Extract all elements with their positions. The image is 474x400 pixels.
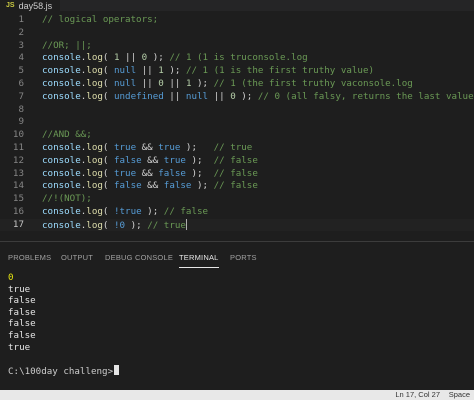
line-number: 17 xyxy=(12,218,24,230)
code-line[interactable]: 11 console.log( true && true ); // true xyxy=(0,142,474,154)
line-number: 1 xyxy=(18,14,24,25)
vscode-window: JS day58.js 1 // logical operators; 2 3 //OR… xyxy=(0,0,474,400)
line-number: 10 xyxy=(12,129,24,141)
code-line[interactable]: 1 // logical operators; xyxy=(0,14,474,26)
code-line[interactable]: 8 xyxy=(0,104,474,116)
code-text: console.log( true && false ); // false xyxy=(42,167,258,179)
code-text: //OR; ||; xyxy=(42,39,92,51)
prompt-text: C:\100day challeng> xyxy=(8,366,114,377)
line-number: 9 xyxy=(18,116,24,128)
terminal-output[interactable]: 0 true false false false false true xyxy=(8,272,468,353)
code-line[interactable]: 9 xyxy=(0,116,474,128)
line-number: 5 xyxy=(18,65,24,77)
code-editor[interactable]: 1 // logical operators; 2 3 //OR; ||; 4 consol… xyxy=(0,11,474,241)
javascript-file-icon: JS xyxy=(6,2,15,9)
line-number: 14 xyxy=(12,180,24,192)
code-line[interactable]: 2 xyxy=(0,27,474,39)
code-line[interactable]: 6 console.log( null || 0 || 1 ); // 1 (th… xyxy=(0,78,474,90)
terminal-line: true xyxy=(8,341,31,353)
code-line[interactable]: 16 console.log( !true ); // false xyxy=(0,206,474,218)
terminal-line: false xyxy=(8,295,36,307)
code-line[interactable]: 15 //!(NOT); xyxy=(0,193,474,205)
line-number: 3 xyxy=(18,39,24,51)
code-line[interactable]: 14 console.log( false && false ); // fals… xyxy=(0,180,474,192)
terminal-line: false xyxy=(8,329,36,341)
line-number: 11 xyxy=(12,142,24,153)
text-cursor xyxy=(185,218,187,230)
editor-tab-bar: JS day58.js xyxy=(0,0,474,11)
terminal-line: true xyxy=(8,283,31,295)
terminal-line: 0 xyxy=(8,272,14,283)
tab-ports[interactable]: PORTS xyxy=(230,252,257,268)
panel-tab-bar: PROBLEMS OUTPUT DEBUG CONSOLE TERMINAL P… xyxy=(0,252,474,268)
line-number: 7 xyxy=(18,90,24,102)
indentation-setting[interactable]: Space xyxy=(449,390,470,400)
code-line[interactable]: 4 console.log( 1 || 0 ); // 1 (1 is truco… xyxy=(0,52,474,64)
code-line[interactable]: 17 console.log( !0 ); // true xyxy=(0,218,474,231)
line-number: 13 xyxy=(12,167,24,179)
code-line[interactable]: 5 console.log( null || 1 ); // 1 (1 is th… xyxy=(0,65,474,77)
code-line[interactable]: 3 //OR; ||; xyxy=(0,40,474,52)
tab-filename: day58.js xyxy=(18,0,53,11)
code-line[interactable]: 13 console.log( true && false ); // false xyxy=(0,168,474,180)
code-text: console.log( false && false ); // false xyxy=(42,180,258,192)
code-text: //AND &&; xyxy=(42,129,92,141)
line-number: 8 xyxy=(18,103,24,115)
status-bar: Ln 17, Col 27 Space xyxy=(0,390,474,400)
terminal-line: false xyxy=(8,306,36,318)
code-text: console.log( !0 ); // true xyxy=(42,218,187,231)
terminal-cursor xyxy=(114,365,120,375)
bottom-panel: PROBLEMS OUTPUT DEBUG CONSOLE TERMINAL P… xyxy=(0,242,474,390)
line-number: 16 xyxy=(12,206,24,217)
line-number: 12 xyxy=(12,154,24,166)
line-number: 4 xyxy=(18,52,24,64)
code-text: console.log( null || 0 || 1 ); // 1 (the… xyxy=(42,78,413,89)
code-text: console.log( false && true ); // false xyxy=(42,154,258,166)
tab-terminal[interactable]: TERMINAL xyxy=(179,252,219,268)
code-text: console.log( 1 || 0 ); // 1 (1 is trucon… xyxy=(42,52,308,64)
code-text: //!(NOT); xyxy=(42,193,92,205)
cursor-position[interactable]: Ln 17, Col 27 xyxy=(395,390,440,400)
code-text: // logical operators; xyxy=(42,14,159,25)
tab-output[interactable]: OUTPUT xyxy=(61,252,93,268)
tab-debug-console[interactable]: DEBUG CONSOLE xyxy=(105,252,173,268)
code-text: console.log( !true ); // false xyxy=(42,206,209,217)
code-line[interactable]: 7 console.log( undefined || null || 0 ); … xyxy=(0,91,474,103)
line-number: 6 xyxy=(18,78,24,89)
code-text: console.log( null || 1 ); // 1 (1 is the… xyxy=(42,65,375,77)
code-text: console.log( undefined || null || 0 ); /… xyxy=(42,90,474,102)
tab-problems[interactable]: PROBLEMS xyxy=(8,252,51,268)
code-line[interactable]: 12 console.log( false && true ); // false xyxy=(0,155,474,167)
terminal-prompt[interactable]: C:\100day challeng> xyxy=(8,365,120,377)
tab-day58-js[interactable]: JS day58.js xyxy=(0,0,61,11)
terminal-line: false xyxy=(8,318,36,330)
code-line[interactable]: 10 //AND &&; xyxy=(0,129,474,141)
code-text: console.log( true && true ); // true xyxy=(42,142,253,153)
line-number: 2 xyxy=(18,26,24,38)
line-number: 15 xyxy=(12,193,24,205)
